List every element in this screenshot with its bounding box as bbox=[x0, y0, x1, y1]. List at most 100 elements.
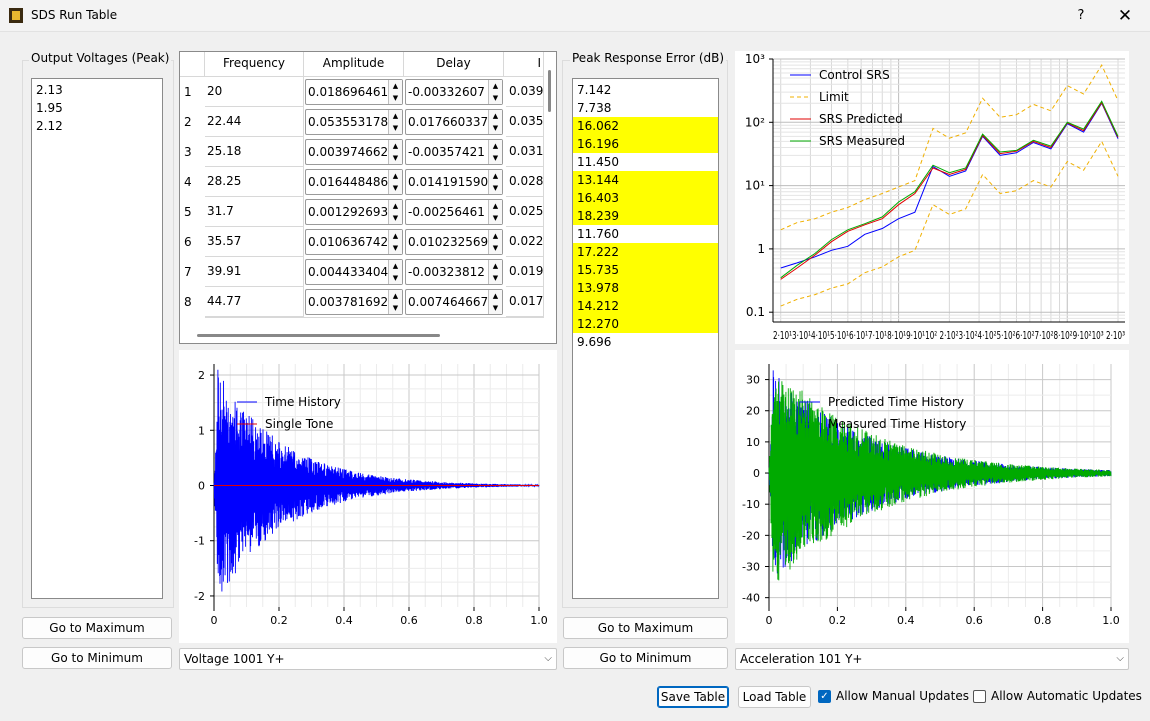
delay-stepper[interactable]: ▲ ▼ bbox=[488, 80, 502, 104]
column-header-frequency[interactable]: Frequency bbox=[205, 52, 304, 77]
allow-automatic-updates-checkbox[interactable] bbox=[973, 690, 986, 703]
table-row[interactable]: 8 44.77 0.003781692 ▲ ▼ 0.007464667 ▲ ▼ 0.… bbox=[180, 287, 544, 317]
list-item[interactable]: 7.142 bbox=[573, 81, 718, 99]
list-item[interactable]: 2.12 bbox=[32, 117, 162, 135]
spin-down-icon[interactable]: ▼ bbox=[489, 212, 502, 224]
spin-up-icon[interactable]: ▲ bbox=[489, 200, 502, 212]
list-item[interactable]: 17.222 bbox=[573, 243, 718, 261]
spin-down-icon[interactable]: ▼ bbox=[389, 212, 402, 224]
spin-down-icon[interactable]: ▼ bbox=[389, 302, 402, 314]
help-button[interactable]: ? bbox=[1068, 5, 1094, 27]
column-header-delay[interactable]: Delay bbox=[404, 52, 504, 77]
close-button[interactable]: ✕ bbox=[1112, 5, 1138, 27]
spin-down-icon[interactable]: ▼ bbox=[489, 302, 502, 314]
scrollbar-thumb[interactable] bbox=[197, 334, 440, 337]
delay-stepper[interactable]: ▲ ▼ bbox=[488, 110, 502, 134]
frequency-cell[interactable]: 44.77 bbox=[205, 287, 304, 317]
table-row[interactable]: 5 31.7 0.001292693 ▲ ▼ -0.00256461 ▲ ▼ 0.0… bbox=[180, 197, 544, 227]
frequency-cell[interactable]: 25.18 bbox=[205, 137, 304, 167]
load-table-button[interactable]: Load Table bbox=[738, 686, 811, 708]
list-item[interactable]: 11.450 bbox=[573, 153, 718, 171]
spin-up-icon[interactable]: ▲ bbox=[389, 260, 402, 272]
table-row[interactable]: 7 39.91 0.004433404 ▲ ▼ -0.00323812 ▲ ▼ 0.… bbox=[180, 257, 544, 287]
spin-down-icon[interactable]: ▼ bbox=[389, 182, 402, 194]
frequency-cell[interactable]: 31.7 bbox=[205, 197, 304, 227]
list-item[interactable]: 11.760 bbox=[573, 225, 718, 243]
delay-stepper[interactable]: ▲ ▼ bbox=[488, 230, 502, 254]
spin-up-icon[interactable]: ▲ bbox=[389, 230, 402, 242]
spin-up-icon[interactable]: ▲ bbox=[389, 140, 402, 152]
amplitude-stepper[interactable]: ▲ ▼ bbox=[388, 230, 402, 254]
spin-down-icon[interactable]: ▼ bbox=[489, 92, 502, 104]
spin-down-icon[interactable]: ▼ bbox=[489, 122, 502, 134]
extra-cell[interactable]: 0.022 bbox=[506, 227, 544, 257]
amplitude-stepper[interactable]: ▲ ▼ bbox=[388, 110, 402, 134]
delay-stepper[interactable]: ▲ ▼ bbox=[488, 260, 502, 284]
spin-up-icon[interactable]: ▲ bbox=[489, 110, 502, 122]
spin-up-icon[interactable]: ▲ bbox=[389, 200, 402, 212]
amplitude-stepper[interactable]: ▲ ▼ bbox=[388, 260, 402, 284]
table-row[interactable]: 1 20 0.018696461 ▲ ▼ -0.00332607 ▲ ▼ 0.039 bbox=[180, 77, 544, 107]
spin-up-icon[interactable]: ▲ bbox=[489, 80, 502, 92]
table-vertical-scrollbar[interactable] bbox=[544, 52, 556, 327]
list-item[interactable]: 12.270 bbox=[573, 315, 718, 333]
allow-manual-updates-label[interactable]: Allow Manual Updates bbox=[836, 689, 969, 703]
scrollbar-thumb[interactable] bbox=[548, 70, 551, 112]
frequency-cell[interactable]: 39.91 bbox=[205, 257, 304, 287]
list-item[interactable]: 2.13 bbox=[32, 81, 162, 99]
tone-table[interactable]: Frequency Amplitude Delay I 1 20 0.01869… bbox=[179, 51, 557, 344]
list-item[interactable]: 18.239 bbox=[573, 207, 718, 225]
amplitude-stepper[interactable]: ▲ ▼ bbox=[388, 80, 402, 104]
spin-up-icon[interactable]: ▲ bbox=[389, 110, 402, 122]
table-row[interactable]: 2 22.44 0.053553178 ▲ ▼ 0.017660337 ▲ ▼ 0.… bbox=[180, 107, 544, 137]
acceleration-channel-select[interactable]: Acceleration 101 Y+ ⌵ bbox=[735, 648, 1129, 670]
delay-stepper[interactable]: ▲ ▼ bbox=[488, 140, 502, 164]
peak-error-list[interactable]: 7.142 7.738 16.062 16.196 11.450 13.144 16.403… bbox=[572, 78, 719, 599]
table-horizontal-scrollbar[interactable] bbox=[180, 328, 544, 343]
extra-cell[interactable]: 0.031 bbox=[506, 137, 544, 167]
error-go-max-button[interactable]: Go to Maximum bbox=[563, 617, 728, 639]
srs-plot[interactable]: 10³ 10² 10¹ 1 0.1 2·10¹3·10¹4·10¹5·10¹6·10¹7·… bbox=[735, 51, 1129, 344]
frequency-cell[interactable]: 22.44 bbox=[205, 107, 304, 137]
allow-automatic-updates-label[interactable]: Allow Automatic Updates bbox=[991, 689, 1142, 703]
allow-manual-updates-checkbox[interactable]: ✓ bbox=[818, 690, 831, 703]
spin-down-icon[interactable]: ▼ bbox=[489, 272, 502, 284]
list-item[interactable]: 14.212 bbox=[573, 297, 718, 315]
table-row[interactable]: 3 25.18 0.003974662 ▲ ▼ -0.00357421 ▲ ▼ 0.… bbox=[180, 137, 544, 167]
spin-up-icon[interactable]: ▲ bbox=[489, 290, 502, 302]
table-row[interactable]: 4 28.25 0.016448486 ▲ ▼ 0.014191590 ▲ ▼ 0.… bbox=[180, 167, 544, 197]
spin-down-icon[interactable]: ▼ bbox=[489, 242, 502, 254]
list-item[interactable]: 16.403 bbox=[573, 189, 718, 207]
error-go-min-button[interactable]: Go to Minimum bbox=[563, 647, 728, 669]
spin-down-icon[interactable]: ▼ bbox=[389, 122, 402, 134]
delay-stepper[interactable]: ▲ ▼ bbox=[488, 290, 502, 314]
spin-up-icon[interactable]: ▲ bbox=[389, 290, 402, 302]
spin-up-icon[interactable]: ▲ bbox=[389, 80, 402, 92]
voltage-go-min-button[interactable]: Go to Minimum bbox=[22, 647, 172, 669]
table-row[interactable]: 6 35.57 0.010636742 ▲ ▼ 0.010232569 ▲ ▼ 0.… bbox=[180, 227, 544, 257]
extra-cell[interactable]: 0.028 bbox=[506, 167, 544, 197]
spin-up-icon[interactable]: ▲ bbox=[489, 140, 502, 152]
extra-cell[interactable]: 0.019 bbox=[506, 257, 544, 287]
column-header-amplitude[interactable]: Amplitude bbox=[304, 52, 404, 77]
amplitude-stepper[interactable]: ▲ ▼ bbox=[388, 200, 402, 224]
list-item[interactable]: 15.735 bbox=[573, 261, 718, 279]
voltage-channel-select[interactable]: Voltage 1001 Y+ ⌵ bbox=[179, 648, 557, 670]
spin-down-icon[interactable]: ▼ bbox=[489, 152, 502, 164]
frequency-cell[interactable]: 20 bbox=[205, 77, 304, 107]
extra-cell[interactable]: 0.017 bbox=[506, 287, 544, 317]
frequency-cell[interactable]: 28.25 bbox=[205, 167, 304, 197]
list-item[interactable]: 13.978 bbox=[573, 279, 718, 297]
delay-stepper[interactable]: ▲ ▼ bbox=[488, 200, 502, 224]
delay-stepper[interactable]: ▲ ▼ bbox=[488, 170, 502, 194]
amplitude-stepper[interactable]: ▲ ▼ bbox=[388, 170, 402, 194]
extra-cell[interactable]: 0.039 bbox=[506, 77, 544, 107]
spin-down-icon[interactable]: ▼ bbox=[389, 242, 402, 254]
output-voltages-list[interactable]: 2.13 1.95 2.12 bbox=[31, 78, 163, 599]
spin-down-icon[interactable]: ▼ bbox=[489, 182, 502, 194]
save-table-button[interactable]: Save Table bbox=[657, 686, 729, 708]
list-item[interactable]: 7.738 bbox=[573, 99, 718, 117]
extra-cell[interactable]: 0.025 bbox=[506, 197, 544, 227]
list-item[interactable]: 9.696 bbox=[573, 333, 718, 351]
amplitude-stepper[interactable]: ▲ ▼ bbox=[388, 290, 402, 314]
